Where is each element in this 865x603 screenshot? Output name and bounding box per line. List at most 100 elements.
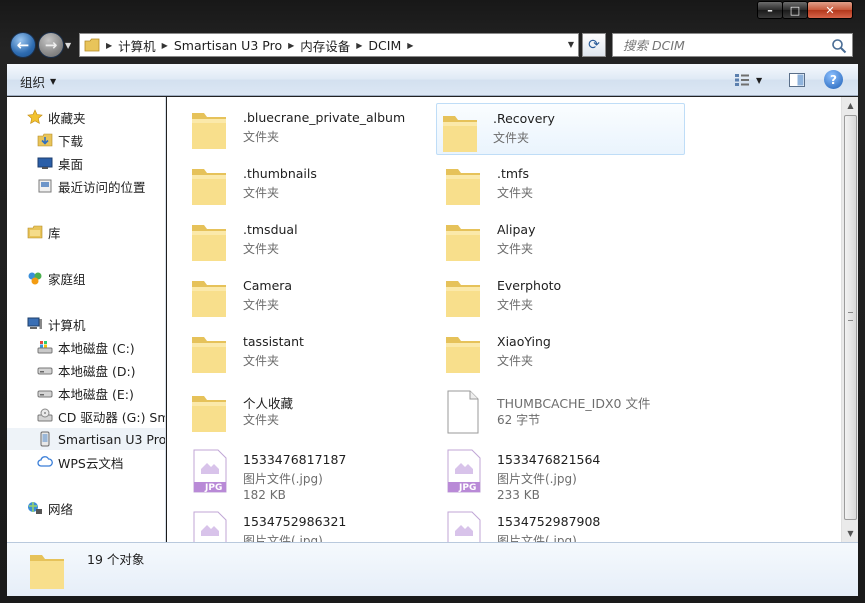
file-item-folder[interactable]: .tmfs 文件夹 xyxy=(425,157,675,209)
sidebar-item-computer[interactable]: 计算机 xyxy=(7,313,165,335)
file-item-jpg[interactable]: 1534752987908 图片文件(.jpg) xyxy=(425,505,675,542)
file-type: 文件夹 xyxy=(243,354,280,368)
change-view-button[interactable]: ▼ xyxy=(734,71,772,89)
drive-icon xyxy=(37,367,53,375)
navigation-pane: 收藏夹 下载 桌面 最近访问的位置 库 家庭组 计算机 本地磁盘 (C:) 本地… xyxy=(7,97,166,542)
sidebar-item-recent-places[interactable]: 最近访问的位置 xyxy=(7,175,165,197)
file-item-folder[interactable]: .tmsdual 文件夹 xyxy=(171,213,421,265)
sidebar-item-desktop[interactable]: 桌面 xyxy=(7,152,165,174)
sidebar-item-smartisan[interactable]: Smartisan U3 Pro xyxy=(7,428,166,450)
close-button[interactable]: ✕ xyxy=(807,1,853,19)
folder-icon xyxy=(192,281,226,317)
file-type: 文件夹 xyxy=(497,242,534,256)
folder-icon xyxy=(192,396,226,432)
sidebar-item-downloads[interactable]: 下载 xyxy=(7,129,165,151)
address-dropdown-icon[interactable]: ▼ xyxy=(568,40,574,49)
sidebar-item-label: 下载 xyxy=(58,133,84,149)
file-type: 图片文件(.jpg) xyxy=(497,534,577,542)
sidebar-item-label: 计算机 xyxy=(48,317,86,333)
sidebar-item-label: 本地磁盘 (E:) xyxy=(58,386,134,402)
breadcrumb-dcim[interactable]: DCIM xyxy=(368,38,401,53)
file-item-folder[interactable]: .thumbnails 文件夹 xyxy=(171,157,421,209)
refresh-button[interactable]: ⟳ xyxy=(582,33,606,57)
file-item-folder[interactable]: 个人收藏 文件夹 xyxy=(171,384,421,436)
minimize-button[interactable]: – xyxy=(757,1,783,19)
sidebar-item-label: 家庭组 xyxy=(48,271,86,287)
sidebar-item-drive-c[interactable]: 本地磁盘 (C:) xyxy=(7,336,165,358)
file-type: 文件夹 xyxy=(243,186,280,200)
file-item-folder[interactable]: Alipay 文件夹 xyxy=(425,213,675,265)
folder-icon xyxy=(192,337,226,373)
breadcrumb-storage[interactable]: 内存设备 xyxy=(300,36,350,55)
sidebar-item-label: 网络 xyxy=(48,501,74,517)
organize-button[interactable]: 组织 ▼ xyxy=(20,72,56,91)
file-item-folder[interactable]: tassistant 文件夹 xyxy=(171,325,421,377)
sidebar-item-libraries[interactable]: 库 xyxy=(7,221,165,243)
search-icon[interactable] xyxy=(831,38,847,54)
desktop-icon xyxy=(37,157,53,169)
file-type: 文件夹 xyxy=(243,242,280,256)
sidebar-item-label: 本地磁盘 (D:) xyxy=(58,363,136,379)
file-item-folder[interactable]: .Recovery 文件夹 xyxy=(436,103,685,155)
scroll-down-icon[interactable]: ▼ xyxy=(842,525,859,542)
breadcrumb-device[interactable]: Smartisan U3 Pro xyxy=(174,38,282,53)
network-icon xyxy=(28,502,42,514)
recent-pages-dropdown-icon[interactable]: ▼ xyxy=(65,41,71,50)
address-bar[interactable]: ▶ 计算机 ▶ Smartisan U3 Pro ▶ 内存设备 ▶ DCIM ▶… xyxy=(79,33,579,57)
search-box[interactable] xyxy=(612,33,853,57)
chevron-down-icon: ▼ xyxy=(756,75,763,85)
jpg-badge: JPG xyxy=(205,483,223,493)
sidebar-item-drive-e[interactable]: 本地磁盘 (E:) xyxy=(7,382,165,404)
sidebar-item-label: 收藏夹 xyxy=(48,110,86,126)
file-item-folder[interactable]: XiaoYing 文件夹 xyxy=(425,325,675,377)
file-type: 文件夹 xyxy=(243,298,280,312)
maximize-button[interactable]: □ xyxy=(782,1,808,19)
sidebar-item-wps-cloud[interactable]: WPS云文档 xyxy=(7,451,165,473)
explorer-window: – □ ✕ ← → ▼ ▶ 计算机 ▶ Smartisan U3 Pro ▶ 内… xyxy=(0,0,865,603)
vertical-scrollbar[interactable]: ▲ ▼ xyxy=(841,97,858,542)
help-button[interactable]: ? xyxy=(824,70,843,89)
file-item-folder[interactable]: Everphoto 文件夹 xyxy=(425,269,675,321)
sidebar-item-drive-d[interactable]: 本地磁盘 (D:) xyxy=(7,359,165,381)
file-item-folder[interactable]: .bluecrane_private_album 文件夹 xyxy=(171,101,421,153)
chevron-down-icon: ▼ xyxy=(50,77,57,86)
organize-label: 组织 xyxy=(20,75,46,90)
sidebar-item-homegroup[interactable]: 家庭组 xyxy=(7,267,165,289)
sidebar-item-label: CD 驱动器 (G:) Sma xyxy=(58,409,166,425)
breadcrumb-separator-icon[interactable]: ▶ xyxy=(407,41,413,50)
file-item-jpg[interactable]: JPG 1533476821564 图片文件(.jpg) 233 KB xyxy=(425,443,675,502)
breadcrumb-separator-icon[interactable]: ▶ xyxy=(356,41,362,50)
file-name: .tmsdual xyxy=(243,222,298,237)
file-name: .Recovery xyxy=(493,111,555,126)
sidebar-item-network[interactable]: 网络 xyxy=(7,497,165,519)
star-icon xyxy=(27,109,43,124)
search-input[interactable] xyxy=(613,37,813,53)
breadcrumb-separator-icon[interactable]: ▶ xyxy=(162,41,168,50)
forward-button[interactable]: → xyxy=(38,32,64,58)
breadcrumb-computer[interactable]: 计算机 xyxy=(118,36,156,55)
file-item-thumbcache[interactable]: THUMBCACHE_IDX0 文件 62 字节 xyxy=(425,384,675,436)
file-name: 1534752987908 xyxy=(497,514,601,529)
grip-icon xyxy=(848,312,853,321)
back-button[interactable]: ← xyxy=(10,32,36,58)
folder-icon xyxy=(446,169,480,205)
breadcrumb-separator-icon[interactable]: ▶ xyxy=(106,41,112,50)
file-item-folder[interactable]: Camera 文件夹 xyxy=(171,269,421,321)
sidebar-item-cd-drive[interactable]: CD 驱动器 (G:) Sma xyxy=(7,405,166,427)
drive-icon xyxy=(37,390,53,398)
file-item-jpg[interactable]: JPG 1533476817187 图片文件(.jpg) 182 KB xyxy=(171,443,421,502)
scroll-up-icon[interactable]: ▲ xyxy=(842,97,859,114)
file-item-jpg[interactable]: 1534752986321 图片文件(.jpg) xyxy=(171,505,421,542)
file-name: 1534752986321 xyxy=(243,514,347,529)
file-type: 文件夹 xyxy=(243,130,280,144)
sidebar-item-label: Smartisan U3 Pro xyxy=(58,431,166,447)
file-name: .thumbnails xyxy=(243,166,317,181)
file-type: 文件夹 xyxy=(243,413,280,427)
breadcrumb-separator-icon[interactable]: ▶ xyxy=(288,41,294,50)
preview-pane-icon[interactable] xyxy=(788,71,806,89)
file-name: 个人收藏 xyxy=(243,396,294,411)
sidebar-item-favorites[interactable]: 收藏夹 xyxy=(7,106,165,128)
scrollbar-thumb[interactable] xyxy=(844,115,857,520)
file-type: 图片文件(.jpg) xyxy=(243,534,323,542)
file-name: tassistant xyxy=(243,334,304,349)
